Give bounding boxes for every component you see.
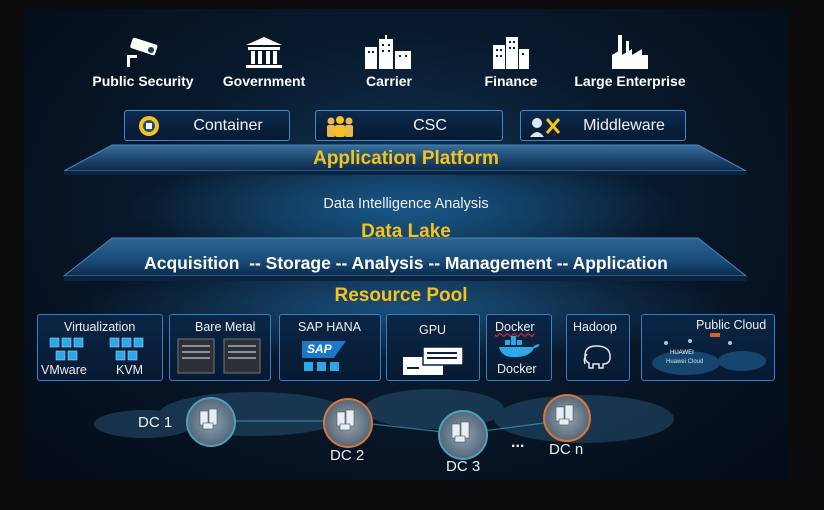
data-intelligence-label: Data Intelligence Analysis xyxy=(323,196,489,212)
dc-label: DC 1 xyxy=(138,414,173,431)
office-buildings-icon xyxy=(493,37,529,69)
hadoop-box: Hadoop xyxy=(566,314,630,381)
middleware-tools-icon xyxy=(530,117,561,137)
virtualization-box: Virtualization VMware KVM xyxy=(37,314,163,381)
sector-label: Carrier xyxy=(366,73,412,89)
cloud-map-icon xyxy=(652,333,766,375)
docker-label: Docker xyxy=(497,362,537,376)
bare-metal-box: Bare Metal xyxy=(169,314,271,381)
docker-box: Docker Docker xyxy=(486,314,552,381)
chip-label: Middleware xyxy=(583,116,665,134)
sector-carrier: Carrier xyxy=(329,35,449,89)
bare-metal-title: Bare Metal xyxy=(195,320,256,334)
huawei-cloud-text: Huawei Cloud xyxy=(666,359,704,365)
docker-whale-icon xyxy=(499,336,540,358)
data-lake-title: Data Lake xyxy=(361,221,451,242)
docker-title: Docker xyxy=(495,320,535,334)
sector-label: Large Enterprise xyxy=(574,73,686,89)
sector-label: Public Security xyxy=(92,73,194,89)
cubes-icon xyxy=(49,337,144,361)
dc-label: DC 2 xyxy=(330,447,365,464)
sector-label: Government xyxy=(222,73,306,89)
city-tower-icon xyxy=(365,35,411,69)
middleware-chip: Middleware xyxy=(520,110,686,141)
csc-chip: CSC xyxy=(315,110,503,141)
huawei-logo-text: HUAWEI xyxy=(670,350,694,356)
dc1-node xyxy=(186,397,236,447)
gpu-card-icon xyxy=(403,346,464,375)
hadoop-title: Hadoop xyxy=(573,320,617,334)
diagram-canvas: Public Security Government Carrier Finan… xyxy=(24,9,788,480)
sector-finance: Finance xyxy=(451,35,571,89)
cctv-camera-icon xyxy=(127,37,158,67)
application-platform-title: Application Platform xyxy=(313,148,499,169)
dc-label: DC 3 xyxy=(446,458,481,475)
virtualization-title: Virtualization xyxy=(64,320,136,334)
vmware-label: VMware xyxy=(41,363,87,377)
dc-label: DC n xyxy=(549,441,584,458)
sector-large-enterprise: Large Enterprise xyxy=(570,35,690,89)
public-cloud-title: Public Cloud xyxy=(696,318,767,332)
chip-label: Container xyxy=(193,116,263,134)
container-icon xyxy=(139,115,159,136)
cubes-icon xyxy=(304,362,339,371)
resource-pool-title: Resource Pool xyxy=(334,285,468,306)
container-chip: Container xyxy=(124,110,290,141)
dc2-node xyxy=(323,398,373,448)
sap-logo-text: SAP xyxy=(307,342,332,356)
server-rack-icon xyxy=(177,338,261,374)
sap-hana-title: SAP HANA xyxy=(298,320,361,334)
kvm-label: KVM xyxy=(116,363,144,377)
gpu-box: GPU xyxy=(386,314,480,381)
sector-government: Government xyxy=(204,35,324,89)
people-icon xyxy=(327,115,353,137)
sap-logo: SAP xyxy=(302,341,346,358)
factory-icon xyxy=(612,35,648,69)
hadoop-elephant-icon xyxy=(583,345,611,369)
government-building-icon xyxy=(246,37,282,68)
ellipsis: ... xyxy=(511,434,525,451)
sector-public-security: Public Security xyxy=(83,35,203,89)
data-pipeline-label: Acquisition -- Storage -- Analysis -- Ma… xyxy=(144,253,668,273)
gpu-title: GPU xyxy=(419,323,447,337)
public-cloud-box: Public Cloud HUAWEI Huawei Cloud xyxy=(641,314,775,381)
dc3-node xyxy=(438,410,488,460)
chip-label: CSC xyxy=(413,116,447,134)
sector-label: Finance xyxy=(484,73,538,89)
sap-hana-box: SAP HANA SAP xyxy=(279,314,381,381)
dcn-node xyxy=(543,394,591,442)
